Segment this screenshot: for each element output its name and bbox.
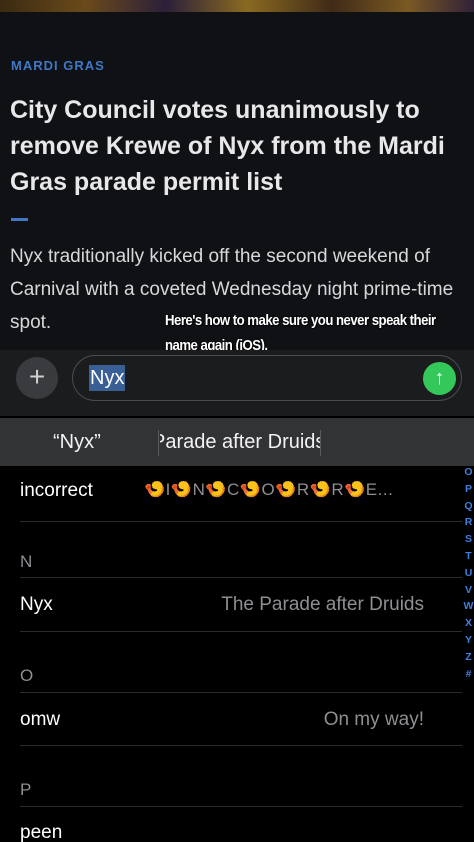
article-photo-strip [0,0,474,12]
phrase-char: C [227,480,240,499]
list-item[interactable]: omw On my way! [20,709,462,731]
phrase-char: R [296,480,310,499]
message-input-value: Nyx [89,365,126,391]
index-letter[interactable]: Q [463,498,474,515]
shrimp-emoji: 🍤 [144,480,166,499]
replacement-phrase: On my way! [323,709,424,730]
divider [20,577,462,578]
predictive-text-bar: “Nyx” Parade after Druids [0,418,474,466]
shrimp-emoji: 🍤 [309,480,332,499]
suggestion-replacement-text: Parade after Druids [160,431,320,453]
index-letter[interactable]: Z [463,649,474,666]
section-label: MARDI GRAS [11,58,105,73]
index-letter[interactable]: V [463,582,474,599]
plus-icon[interactable]: + [16,357,58,399]
index-letter[interactable]: X [463,615,474,632]
divider [20,806,462,807]
shortcut-label: peen [20,822,63,842]
send-button[interactable]: ↑ [423,362,456,395]
suggestion-quoted-word[interactable]: “Nyx” [53,431,101,454]
arrow-up-icon: ↑ [434,367,445,389]
suggestion-divider [320,430,321,456]
list-item[interactable]: peen [20,822,462,842]
index-letter[interactable]: R [463,514,474,531]
index-letter[interactable]: O [463,464,474,481]
shortcut-label: incorrect [20,480,93,501]
index-letter[interactable]: Y [463,632,474,649]
suggestion-divider [158,430,159,456]
shrimp-emoji: 🍤 [275,480,297,499]
divider [20,745,462,746]
replacement-phrase: The Parade after Druids [221,594,424,615]
section-header: P [20,780,32,799]
index-letter[interactable]: # [463,666,474,683]
section-header: O [20,666,34,685]
index-letter[interactable]: W [463,598,474,615]
shortcut-label: omw [20,709,61,730]
index-letter[interactable]: S [463,531,474,548]
shrimp-emoji: 🍤 [344,480,366,499]
index-letter[interactable]: U [463,565,474,582]
phrase-char: E... [365,480,394,499]
replacement-phrase: 🍤I🍤N🍤C🍤O🍤R🍤R🍤E... [144,480,393,500]
shrimp-emoji: 🍤 [239,480,262,499]
divider [20,521,462,522]
divider [20,631,462,632]
index-letter[interactable]: P [463,481,474,498]
article-screenshot: MARDI GRAS City Council votes unanimousl… [0,12,474,350]
shortcut-label: Nyx [20,594,53,615]
shrimp-emoji: 🍤 [170,480,193,499]
message-input[interactable]: Nyx ↑ [72,355,462,401]
headline-divider [11,218,28,221]
text-replacement-list: incorrect 🍤I🍤N🍤C🍤O🍤R🍤R🍤E... N Nyx The Pa… [0,466,474,842]
list-item[interactable]: Nyx The Parade after Druids [20,594,462,616]
shrimp-emoji: 🍤 [205,480,228,499]
section-index-bar[interactable]: O P Q R S T U V W X Y Z # [463,464,474,682]
section-header: N [20,552,33,571]
suggestion-replacement[interactable]: Parade after Druids [160,431,320,454]
phrase-char: R [331,480,345,499]
article-headline: City Council votes unanimously to remove… [10,96,445,196]
divider [20,692,462,693]
index-letter[interactable]: T [463,548,474,565]
list-item[interactable]: incorrect 🍤I🍤N🍤C🍤O🍤R🍤R🍤E... [20,480,462,502]
phrase-char: N [192,480,206,499]
phrase-char: O [261,480,276,499]
